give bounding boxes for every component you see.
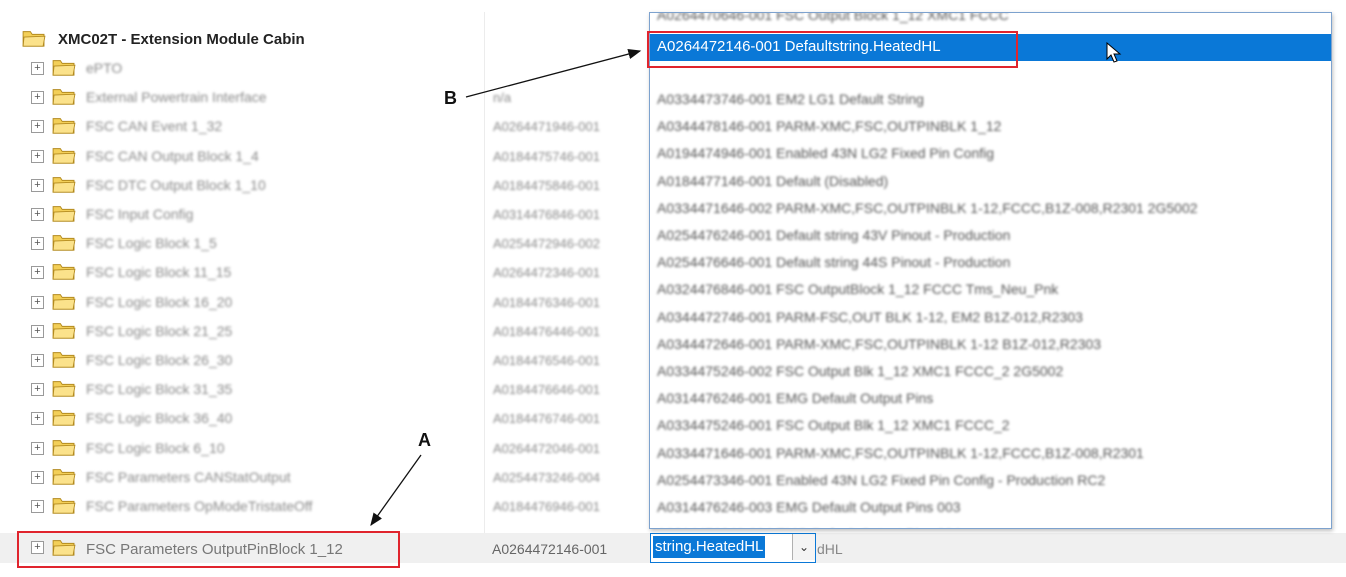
callout-label-a: A: [418, 430, 431, 450]
callout-label-b: B: [444, 88, 457, 108]
callout-arrows: [370, 48, 642, 527]
arrow-b: [465, 48, 642, 98]
arrow-a: [370, 454, 422, 527]
